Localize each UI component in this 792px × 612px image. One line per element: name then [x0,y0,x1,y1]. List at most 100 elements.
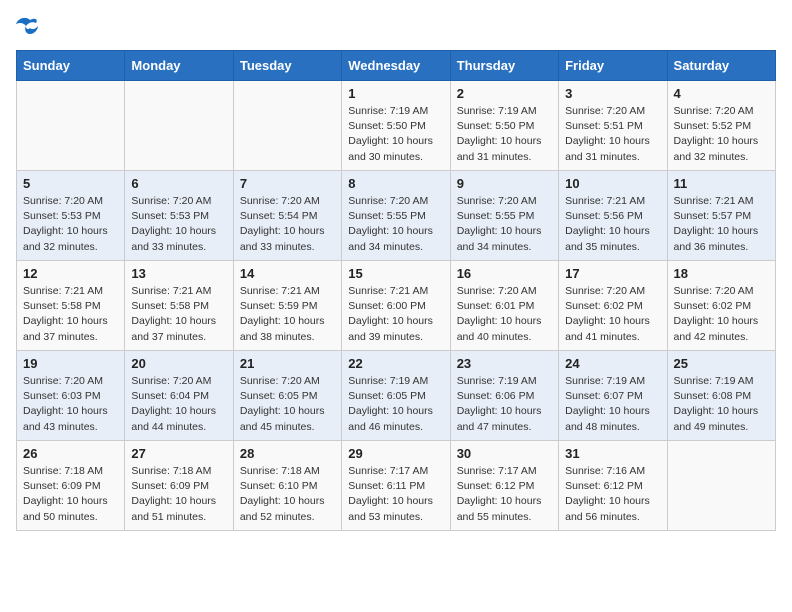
day-info: Sunrise: 7:19 AM Sunset: 5:50 PM Dayligh… [457,104,552,165]
day-number: 10 [565,176,660,191]
calendar-day-29: 29Sunrise: 7:17 AM Sunset: 6:11 PM Dayli… [342,441,450,531]
day-info: Sunrise: 7:20 AM Sunset: 5:51 PM Dayligh… [565,104,660,165]
day-info: Sunrise: 7:21 AM Sunset: 5:56 PM Dayligh… [565,194,660,255]
calendar-day-17: 17 Sunrise: 7:20 AM Sunset: 6:02 PM Dayli… [559,261,667,351]
calendar-day-12: 12 Sunrise: 7:21 AM Sunset: 5:58 PM Dayli… [17,261,125,351]
day-info: Sunrise: 7:20 AM Sunset: 6:04 PM Dayligh… [131,374,226,435]
calendar-day-4: 4 Sunrise: 7:20 AM Sunset: 5:52 PM Daylig… [667,81,775,171]
day-number: 21 [240,356,335,371]
calendar-day-26: 26 Sunrise: 7:18 AM Sunset: 6:09 PM Dayli… [17,441,125,531]
calendar-week-row: 12 Sunrise: 7:21 AM Sunset: 5:58 PM Dayli… [17,261,776,351]
day-number: 22 [348,356,443,371]
calendar-day-25: 25 Sunrise: 7:19 AM Sunset: 6:08 PM Dayli… [667,351,775,441]
calendar-day-27: 27Sunrise: 7:18 AM Sunset: 6:09 PM Dayli… [125,441,233,531]
day-number: 20 [131,356,226,371]
header-day-wednesday: Wednesday [342,51,450,81]
calendar-day-2: 2Sunrise: 7:19 AM Sunset: 5:50 PM Daylig… [450,81,558,171]
day-number: 13 [131,266,226,281]
calendar-day-31: 31Sunrise: 7:16 AM Sunset: 6:12 PM Dayli… [559,441,667,531]
day-number: 26 [23,446,118,461]
day-number: 1 [348,86,443,101]
day-info: Sunrise: 7:21 AM Sunset: 5:59 PM Dayligh… [240,284,335,345]
calendar-week-row: 5 Sunrise: 7:20 AM Sunset: 5:53 PM Daylig… [17,171,776,261]
day-number: 17 [565,266,660,281]
day-info: Sunrise: 7:16 AM Sunset: 6:12 PM Dayligh… [565,464,660,525]
day-number: 11 [674,176,769,191]
day-number: 7 [240,176,335,191]
day-info: Sunrise: 7:19 AM Sunset: 6:06 PM Dayligh… [457,374,552,435]
day-info: Sunrise: 7:19 AM Sunset: 6:07 PM Dayligh… [565,374,660,435]
calendar-day-18: 18 Sunrise: 7:20 AM Sunset: 6:02 PM Dayli… [667,261,775,351]
header-day-thursday: Thursday [450,51,558,81]
day-number: 24 [565,356,660,371]
day-info: Sunrise: 7:17 AM Sunset: 6:11 PM Dayligh… [348,464,443,525]
calendar-day-empty [667,441,775,531]
day-number: 28 [240,446,335,461]
day-number: 5 [23,176,118,191]
calendar-day-19: 19 Sunrise: 7:20 AM Sunset: 6:03 PM Dayli… [17,351,125,441]
day-info: Sunrise: 7:20 AM Sunset: 6:02 PM Dayligh… [674,284,769,345]
calendar-day-22: 22 Sunrise: 7:19 AM Sunset: 6:05 PM Dayli… [342,351,450,441]
page-header [16,16,776,38]
day-info: Sunrise: 7:19 AM Sunset: 6:05 PM Dayligh… [348,374,443,435]
day-info: Sunrise: 7:20 AM Sunset: 5:55 PM Dayligh… [457,194,552,255]
day-info: Sunrise: 7:19 AM Sunset: 6:08 PM Dayligh… [674,374,769,435]
day-number: 15 [348,266,443,281]
header-day-sunday: Sunday [17,51,125,81]
calendar-day-14: 14 Sunrise: 7:21 AM Sunset: 5:59 PM Dayli… [233,261,341,351]
header-day-monday: Monday [125,51,233,81]
header-day-tuesday: Tuesday [233,51,341,81]
day-info: Sunrise: 7:18 AM Sunset: 6:10 PM Dayligh… [240,464,335,525]
day-number: 4 [674,86,769,101]
day-number: 6 [131,176,226,191]
day-info: Sunrise: 7:20 AM Sunset: 5:52 PM Dayligh… [674,104,769,165]
calendar-table: SundayMondayTuesdayWednesdayThursdayFrid… [16,50,776,531]
day-info: Sunrise: 7:21 AM Sunset: 5:58 PM Dayligh… [23,284,118,345]
calendar-day-16: 16Sunrise: 7:20 AM Sunset: 6:01 PM Dayli… [450,261,558,351]
day-number: 8 [348,176,443,191]
day-info: Sunrise: 7:21 AM Sunset: 5:57 PM Dayligh… [674,194,769,255]
calendar-day-5: 5 Sunrise: 7:20 AM Sunset: 5:53 PM Daylig… [17,171,125,261]
calendar-day-6: 6Sunrise: 7:20 AM Sunset: 5:53 PM Daylig… [125,171,233,261]
day-number: 3 [565,86,660,101]
logo [16,16,46,38]
calendar-day-20: 20 Sunrise: 7:20 AM Sunset: 6:04 PM Dayli… [125,351,233,441]
day-number: 18 [674,266,769,281]
calendar-day-10: 10 Sunrise: 7:21 AM Sunset: 5:56 PM Dayli… [559,171,667,261]
calendar-day-9: 9 Sunrise: 7:20 AM Sunset: 5:55 PM Daylig… [450,171,558,261]
header-day-friday: Friday [559,51,667,81]
day-number: 19 [23,356,118,371]
calendar-day-7: 7Sunrise: 7:20 AM Sunset: 5:54 PM Daylig… [233,171,341,261]
calendar-week-row: 19 Sunrise: 7:20 AM Sunset: 6:03 PM Dayli… [17,351,776,441]
day-info: Sunrise: 7:20 AM Sunset: 6:05 PM Dayligh… [240,374,335,435]
day-info: Sunrise: 7:21 AM Sunset: 5:58 PM Dayligh… [131,284,226,345]
calendar-week-row: 1 Sunrise: 7:19 AM Sunset: 5:50 PM Daylig… [17,81,776,171]
calendar-day-3: 3 Sunrise: 7:20 AM Sunset: 5:51 PM Daylig… [559,81,667,171]
calendar-day-21: 21 Sunrise: 7:20 AM Sunset: 6:05 PM Dayli… [233,351,341,441]
calendar-day-24: 24 Sunrise: 7:19 AM Sunset: 6:07 PM Dayli… [559,351,667,441]
day-number: 12 [23,266,118,281]
day-info: Sunrise: 7:20 AM Sunset: 5:53 PM Dayligh… [23,194,118,255]
calendar-day-1: 1 Sunrise: 7:19 AM Sunset: 5:50 PM Daylig… [342,81,450,171]
day-info: Sunrise: 7:20 AM Sunset: 6:02 PM Dayligh… [565,284,660,345]
day-number: 30 [457,446,552,461]
day-number: 25 [674,356,769,371]
day-info: Sunrise: 7:20 AM Sunset: 5:55 PM Dayligh… [348,194,443,255]
calendar-day-13: 13 Sunrise: 7:21 AM Sunset: 5:58 PM Dayli… [125,261,233,351]
day-number: 9 [457,176,552,191]
header-day-saturday: Saturday [667,51,775,81]
calendar-header: SundayMondayTuesdayWednesdayThursdayFrid… [17,51,776,81]
day-info: Sunrise: 7:19 AM Sunset: 5:50 PM Dayligh… [348,104,443,165]
day-number: 14 [240,266,335,281]
calendar-day-23: 23 Sunrise: 7:19 AM Sunset: 6:06 PM Dayli… [450,351,558,441]
day-info: Sunrise: 7:18 AM Sunset: 6:09 PM Dayligh… [23,464,118,525]
day-info: Sunrise: 7:18 AM Sunset: 6:09 PM Dayligh… [131,464,226,525]
calendar-day-28: 28 Sunrise: 7:18 AM Sunset: 6:10 PM Dayli… [233,441,341,531]
calendar-day-empty [17,81,125,171]
calendar-day-30: 30Sunrise: 7:17 AM Sunset: 6:12 PM Dayli… [450,441,558,531]
calendar-day-empty [125,81,233,171]
calendar-day-11: 11 Sunrise: 7:21 AM Sunset: 5:57 PM Dayli… [667,171,775,261]
day-info: Sunrise: 7:20 AM Sunset: 6:03 PM Dayligh… [23,374,118,435]
day-number: 23 [457,356,552,371]
calendar-week-row: 26 Sunrise: 7:18 AM Sunset: 6:09 PM Dayli… [17,441,776,531]
